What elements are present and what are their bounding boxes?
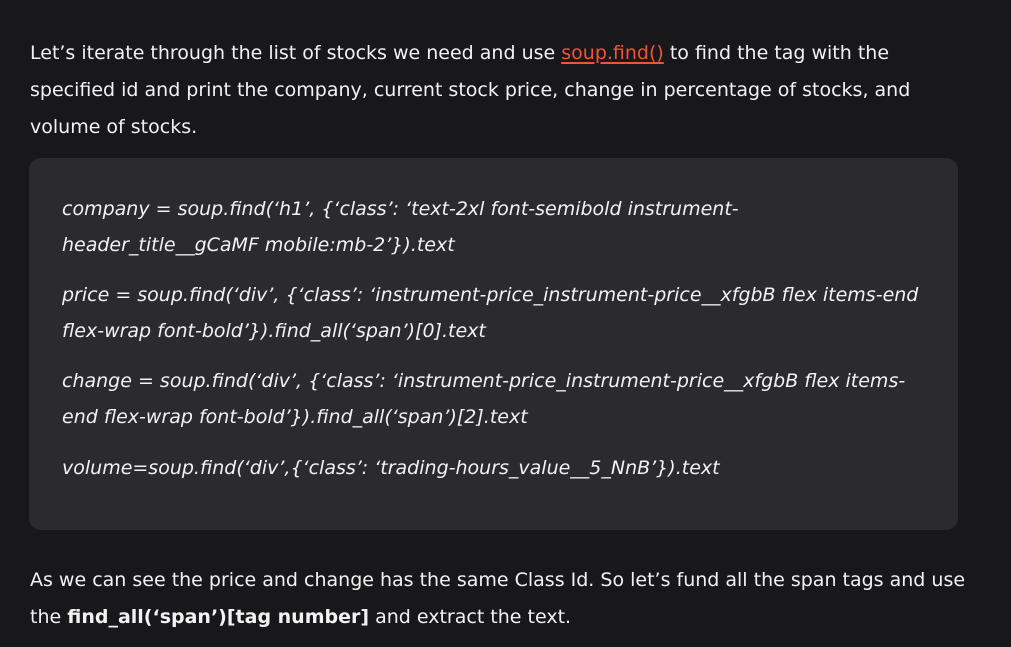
code-line-change: change = soup.find(‘div’, {‘class’: ‘ins… bbox=[62, 370, 906, 428]
code-line-volume: volume=soup.find(‘div’,{‘class’: ‘tradin… bbox=[62, 457, 720, 479]
find-all-inline-code: find_all(‘span’)[tag number] bbox=[67, 606, 370, 628]
outro-text-end: and extract the text. bbox=[369, 606, 572, 628]
code-line-price: price = soup.find(‘div’, {‘class’: ‘inst… bbox=[62, 284, 919, 342]
outro-paragraph: As we can see the price and change has t… bbox=[30, 562, 970, 636]
code-line-company: company = soup.find(‘h1’, {‘class’: ‘tex… bbox=[62, 198, 739, 256]
code-block: company = soup.find(‘h1’, {‘class’: ‘tex… bbox=[29, 158, 958, 530]
intro-paragraph: Let’s iterate through the list of stocks… bbox=[30, 35, 970, 146]
article-page: Let’s iterate through the list of stocks… bbox=[0, 0, 1011, 647]
soup-find-link[interactable]: soup.find() bbox=[561, 42, 664, 64]
intro-text-start: Let’s iterate through the list of stocks… bbox=[30, 42, 562, 64]
